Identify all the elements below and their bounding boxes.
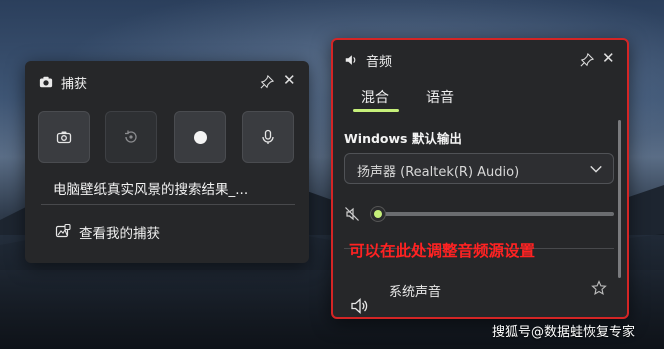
gallery-icon [55, 223, 71, 238]
camera-icon [39, 76, 53, 88]
selected-device: 扬声器 (Realtek(R) Audio) [357, 165, 520, 180]
annotation-text: 可以在此处调整音频源设置 [349, 242, 536, 260]
app-item-system-sounds: 系统声音 [389, 285, 442, 300]
audio-widget: 音频 ✕ 混合 语音 Windows 默认输出 扬声器 (Realtek(R) … [331, 38, 629, 319]
recent-recording-button[interactable] [105, 111, 157, 163]
replay-icon [125, 130, 137, 143]
chevron-down-icon [590, 165, 602, 173]
capture-widget: 捕获 ✕ 电脑壁纸真实风景的搜索结果_... 查看我的捕获 [25, 61, 309, 263]
tab-voice[interactable]: 语音 [426, 87, 454, 107]
divider [41, 204, 295, 205]
volume-slider[interactable] [371, 212, 614, 216]
microphone-button[interactable] [242, 111, 294, 163]
view-captures-link[interactable]: 查看我的捕获 [79, 222, 160, 242]
close-icon[interactable]: ✕ [602, 51, 615, 66]
record-button[interactable] [174, 111, 226, 163]
last-capture-caption[interactable]: 电脑壁纸真实风景的搜索结果_... [53, 178, 248, 198]
active-tab-indicator [353, 109, 399, 112]
volume-slider-thumb[interactable] [370, 206, 386, 222]
speaker-icon [351, 298, 368, 314]
tab-mix[interactable]: 混合 [361, 87, 389, 107]
output-device-dropdown[interactable]: 扬声器 (Realtek(R) Audio) [344, 153, 614, 184]
scrollbar[interactable] [618, 120, 621, 278]
muted-speaker-icon[interactable] [344, 206, 360, 222]
default-output-label: Windows 默认输出 [344, 131, 462, 146]
microphone-icon [262, 129, 274, 144]
audio-title: 音频 [366, 55, 393, 70]
star-icon[interactable] [591, 280, 607, 296]
pin-icon[interactable] [260, 75, 274, 89]
screenshot-button[interactable] [38, 111, 90, 163]
record-dot-icon [193, 130, 207, 144]
pin-icon[interactable] [580, 53, 594, 67]
watermark: 搜狐号@数据蛙恢复专家 [492, 325, 636, 340]
camera-icon [56, 131, 72, 144]
volume-icon [345, 55, 356, 65]
capture-title: 捕获 [61, 77, 88, 92]
close-icon[interactable]: ✕ [283, 73, 296, 88]
